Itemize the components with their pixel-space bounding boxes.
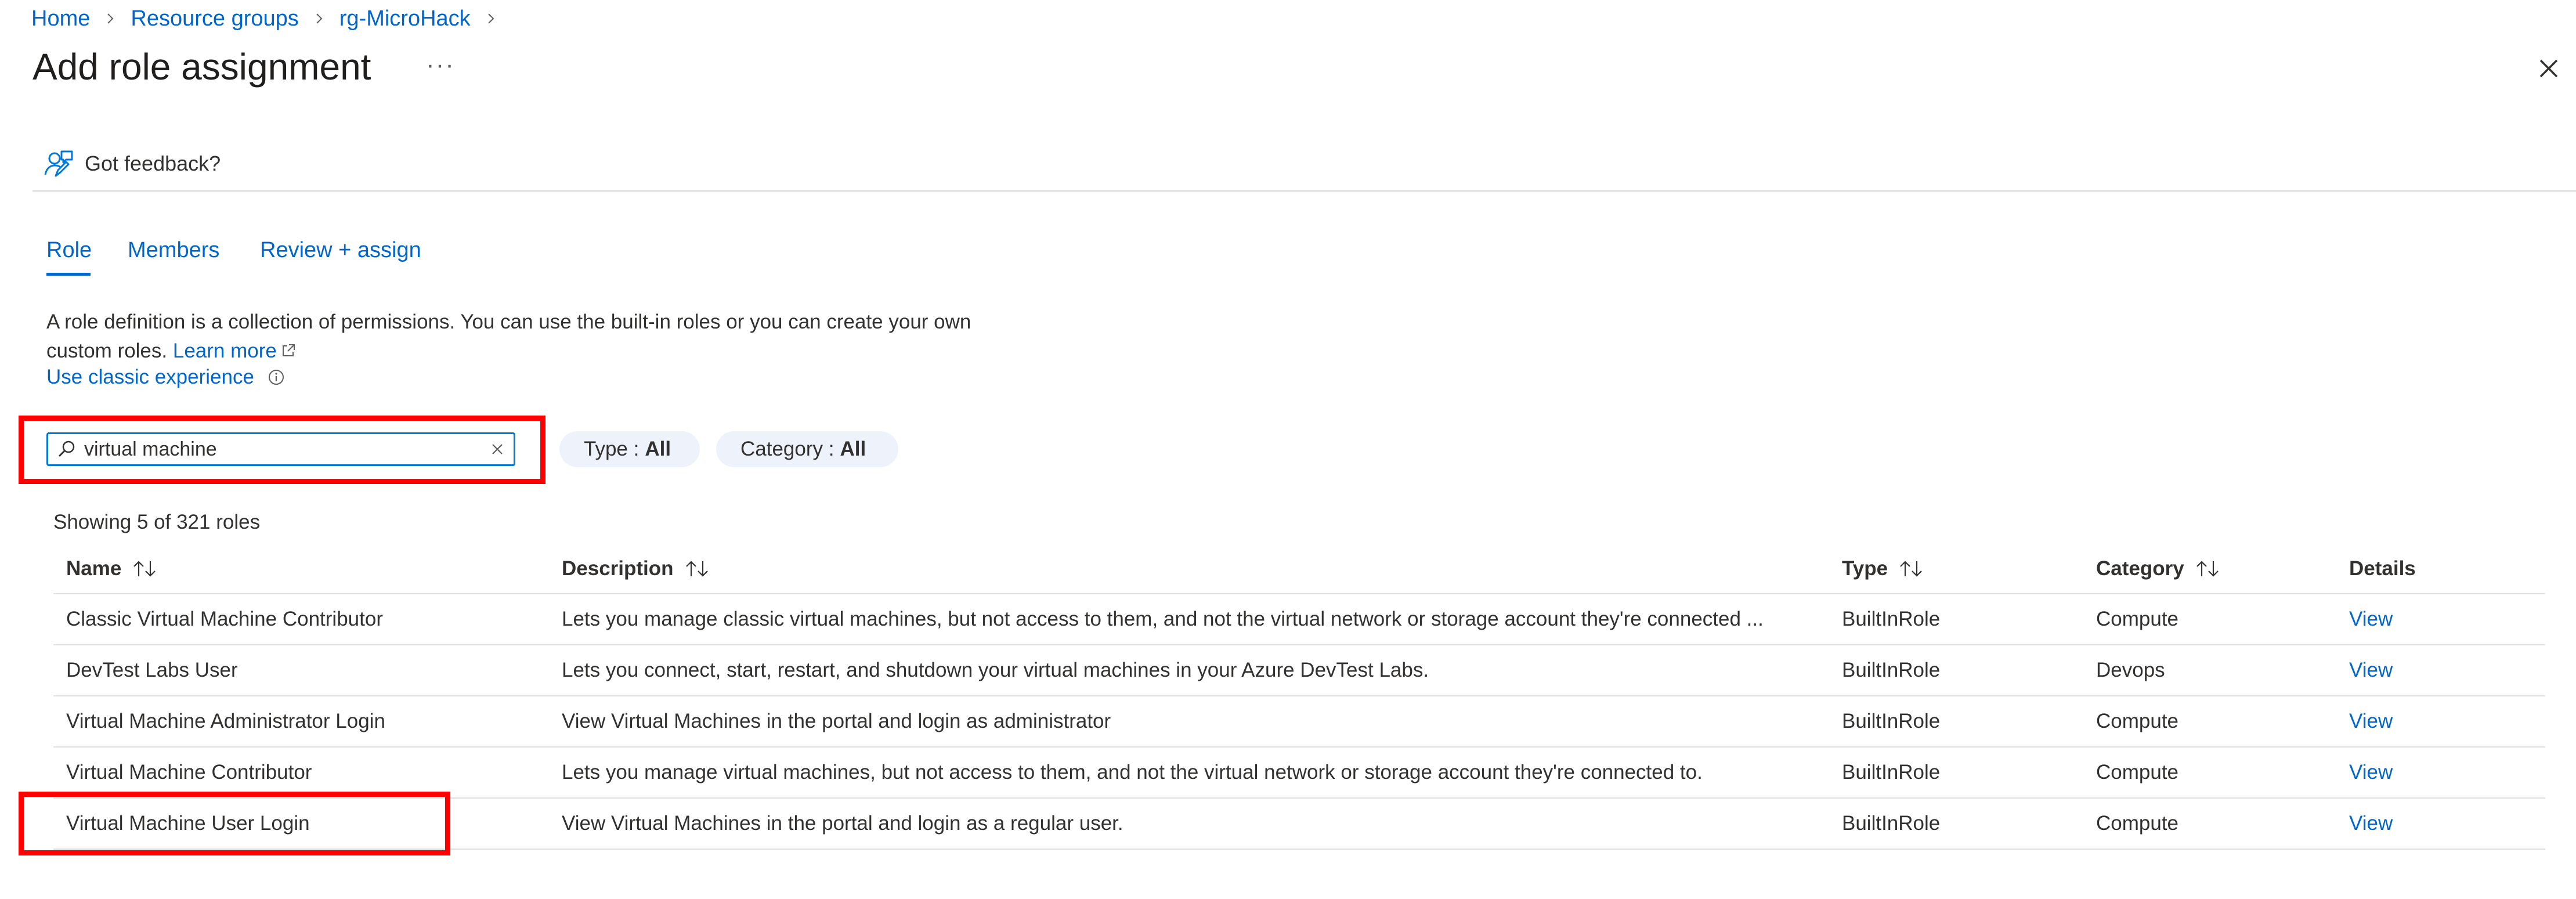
role-category: Devops	[2096, 659, 2165, 681]
external-link-icon	[282, 344, 295, 356]
role-description-cell: Lets you manage virtual machines, but no…	[562, 761, 1703, 784]
role-type: BuiltInRole	[1842, 761, 1941, 784]
table-row[interactable]: DevTest Labs User Lets you connect, star…	[53, 645, 2545, 696]
type-filter-value: All	[645, 438, 671, 460]
role-category: Compute	[2096, 761, 2179, 784]
sort-icon	[133, 561, 156, 577]
highlight-selected-role	[19, 792, 450, 855]
sort-icon	[1900, 561, 1922, 577]
column-header-description[interactable]: Description	[562, 544, 1821, 593]
close-icon[interactable]	[2535, 55, 2563, 82]
chevron-right-icon	[104, 12, 117, 25]
breadcrumb-home[interactable]: Home	[31, 6, 90, 31]
breadcrumb: Home Resource groups rg-MicroHack	[31, 3, 511, 34]
tab-active-indicator	[46, 273, 91, 276]
view-details-link[interactable]: View	[2349, 645, 2523, 695]
tab-members[interactable]: Members	[128, 238, 219, 263]
category-filter-label: Category :	[740, 438, 834, 460]
role-name: Virtual Machine Contributor	[66, 761, 312, 784]
breadcrumb-rg-microhack[interactable]: rg-MicroHack	[339, 6, 471, 31]
description-line-2: custom roles.	[46, 340, 168, 362]
category-filter-pill[interactable]: Category : All	[716, 431, 898, 467]
role-description-cell: Lets you connect, start, restart, and sh…	[562, 659, 1429, 681]
role-description: A role definition is a collection of per…	[46, 308, 1033, 366]
column-header-details: Details	[2349, 557, 2416, 580]
learn-more-link[interactable]: Learn more	[173, 340, 297, 362]
type-filter-label: Type :	[584, 438, 640, 460]
feedback-button[interactable]: Got feedback?	[43, 147, 221, 180]
more-options-button[interactable]: ···	[426, 52, 455, 78]
column-header-type[interactable]: Type	[1842, 544, 2074, 593]
use-classic-experience-link[interactable]: Use classic experience	[46, 366, 254, 389]
role-category: Compute	[2096, 812, 2179, 835]
description-line-1: A role definition is a collection of per…	[46, 311, 971, 333]
chevron-right-icon	[485, 12, 497, 25]
page-title: Add role assignment	[32, 46, 371, 88]
role-description-cell: View Virtual Machines in the portal and …	[562, 812, 1123, 835]
view-details-link[interactable]: View	[2349, 594, 2523, 644]
table-header: Name Description Type Category Details	[53, 544, 2545, 594]
role-category: Compute	[2096, 608, 2179, 630]
feedback-label: Got feedback?	[85, 151, 221, 175]
column-header-category[interactable]: Category	[2096, 544, 2328, 593]
table-row[interactable]: Virtual Machine Administrator Login View…	[53, 696, 2545, 748]
tab-review-assign[interactable]: Review + assign	[260, 238, 421, 263]
column-header-name[interactable]: Name	[66, 544, 548, 593]
classic-experience-row: Use classic experience	[46, 363, 286, 392]
role-description-cell: View Virtual Machines in the portal and …	[562, 710, 1111, 732]
sort-icon	[685, 561, 708, 577]
role-type: BuiltInRole	[1842, 659, 1941, 681]
role-type: BuiltInRole	[1842, 812, 1941, 835]
divider	[32, 190, 2576, 192]
results-summary: Showing 5 of 321 roles	[53, 511, 261, 533]
role-name: Classic Virtual Machine Contributor	[66, 608, 383, 630]
role-description-cell: Lets you manage classic virtual machines…	[562, 608, 1764, 630]
role-type: BuiltInRole	[1842, 710, 1941, 732]
table-row[interactable]: Virtual Machine Contributor Lets you man…	[53, 748, 2545, 799]
table-row[interactable]: Classic Virtual Machine Contributor Lets…	[53, 594, 2545, 645]
view-details-link[interactable]: View	[2349, 696, 2523, 746]
type-filter-pill[interactable]: Type : All	[559, 431, 700, 467]
chevron-right-icon	[313, 12, 326, 25]
info-icon[interactable]	[267, 368, 286, 387]
tab-role[interactable]: Role	[46, 238, 92, 263]
role-category: Compute	[2096, 710, 2179, 732]
feedback-person-icon	[44, 150, 73, 177]
sort-icon	[2196, 561, 2219, 577]
breadcrumb-resource-groups[interactable]: Resource groups	[131, 6, 298, 31]
role-name: DevTest Labs User	[66, 659, 238, 681]
view-details-link[interactable]: View	[2349, 748, 2523, 797]
role-name: Virtual Machine Administrator Login	[66, 710, 385, 732]
role-type: BuiltInRole	[1842, 608, 1941, 630]
category-filter-value: All	[840, 438, 866, 460]
view-details-link[interactable]: View	[2349, 799, 2523, 849]
highlight-search-box	[19, 416, 545, 484]
